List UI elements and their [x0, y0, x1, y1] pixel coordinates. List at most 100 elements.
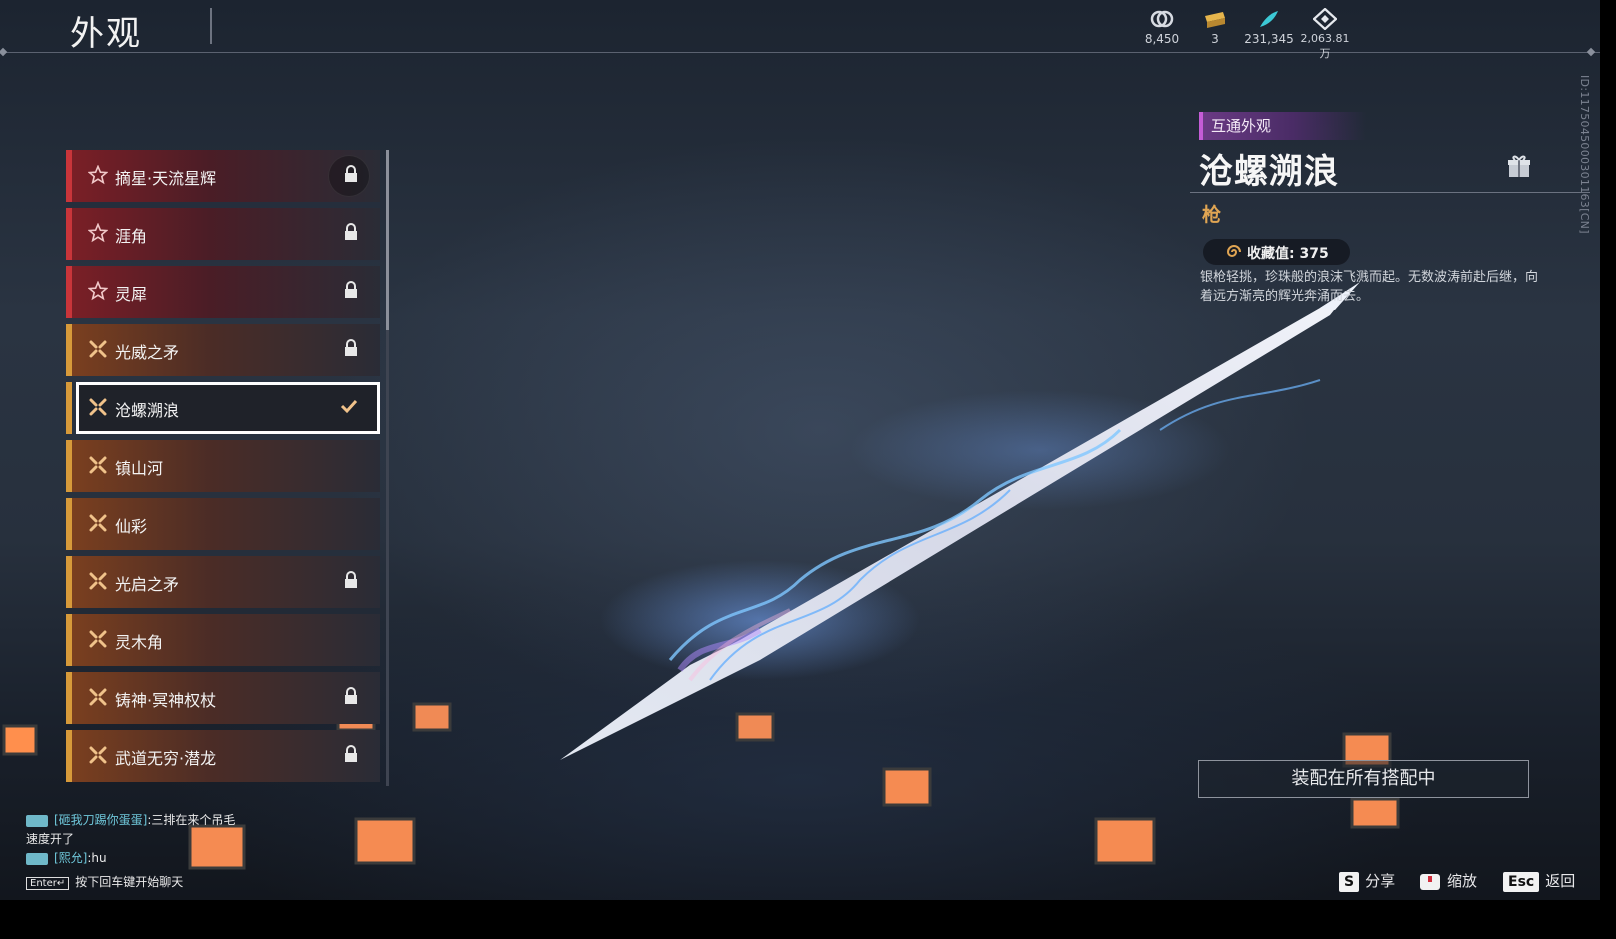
lock-icon — [345, 281, 357, 298]
mouse-icon — [1420, 873, 1440, 890]
player-id-label: ID:1175045000301163[CN] — [1578, 75, 1591, 234]
diamond-icon — [1313, 8, 1337, 30]
currency-diamond: 2,063.81万 — [1296, 8, 1354, 61]
letterbox-bottom — [0, 900, 1616, 939]
chat-input-hint[interactable]: Enter↵ 按下回车键开始聊天 — [26, 873, 183, 890]
lantern-decoration — [735, 712, 775, 742]
list-item-label: 涯角 — [115, 227, 148, 246]
list-scrollbar-thumb[interactable] — [386, 150, 389, 330]
lock-icon — [345, 339, 357, 356]
rarity-bar — [66, 382, 72, 434]
coin-icon — [1150, 10, 1174, 28]
cross-icon — [89, 688, 107, 706]
zoom-hotkey[interactable]: 缩放 — [1419, 870, 1477, 891]
list-item[interactable]: 光启之矛 — [66, 556, 380, 608]
chat-hint-text: 按下回车键开始聊天 — [75, 875, 184, 889]
skin-list[interactable]: 摘星·天流星辉 涯角 灵犀 光威之矛 沧螺溯浪 镇山河 仙彩 光启之矛 灵木角 … — [66, 150, 384, 790]
list-item-label: 铸神·冥神权杖 — [115, 691, 217, 710]
cross-icon — [89, 630, 107, 648]
list-item[interactable]: 摘星·天流星辉 — [66, 150, 380, 202]
chat-sender[interactable]: [熙允] — [54, 851, 87, 865]
lantern-decoration — [1350, 797, 1400, 829]
list-item[interactable]: 涯角 — [66, 208, 380, 260]
item-name: 沧螺溯浪 — [1199, 152, 1339, 192]
currency-ticket: 3 — [1200, 8, 1230, 46]
chat-text: :三排在来个吊毛 — [147, 813, 236, 827]
lock-icon — [345, 687, 357, 704]
star-icon — [88, 281, 108, 301]
list-item[interactable]: 镇山河 — [66, 440, 380, 492]
list-item-label: 镇山河 — [115, 459, 164, 478]
list-item-label: 灵木角 — [115, 633, 164, 652]
list-item[interactable]: 光威之矛 — [66, 324, 380, 376]
chat-message: [熙允]:hu — [26, 849, 107, 866]
lantern-decoration — [188, 824, 246, 870]
currency-feather: 231,345 — [1244, 8, 1294, 46]
header-line-ornament — [1586, 47, 1596, 57]
lock-icon — [345, 223, 357, 240]
currency-ticket-value: 3 — [1211, 32, 1219, 46]
hotkey-label: 缩放 — [1447, 872, 1478, 890]
item-description: 银枪轻挑，珍珠般的浪沫飞溅而起。无数波涛前赴后继，向着远方渐亮的辉光奔涌而去。 — [1200, 270, 1539, 304]
spiral-icon — [1226, 245, 1241, 257]
list-item[interactable]: 仙彩 — [66, 498, 380, 550]
letterbox-right — [1600, 0, 1616, 939]
hotkey-key: S — [1339, 871, 1360, 892]
page-title: 外观 — [70, 14, 142, 54]
lantern-decoration — [1094, 817, 1156, 865]
list-item-label: 仙彩 — [115, 517, 148, 536]
list-item[interactable]: 灵犀 — [66, 266, 380, 318]
lantern-decoration — [882, 767, 932, 807]
chat-text: 速度开了 — [26, 832, 75, 846]
list-item-label: 沧螺溯浪 — [115, 401, 180, 420]
currency-coin: 8,450 — [1144, 8, 1180, 46]
feather-icon — [1260, 11, 1278, 27]
list-item-label: 光威之矛 — [115, 343, 180, 362]
enter-key-icon: Enter↵ — [26, 877, 70, 890]
list-item[interactable]: 武道无穷·潜龙 — [66, 730, 380, 782]
item-type: 枪 — [1202, 204, 1222, 226]
list-item-selected[interactable]: 沧螺溯浪 — [66, 382, 380, 434]
back-hotkey[interactable]: Esc 返回 — [1503, 870, 1575, 892]
lock-icon — [345, 745, 357, 762]
star-icon — [88, 223, 108, 243]
cross-icon — [89, 398, 107, 416]
scene-background: 外观 8,450 3 231,345 2,063.81万 ID:11750450… — [0, 0, 1600, 900]
cross-icon — [89, 746, 107, 764]
list-item-label: 光启之矛 — [115, 575, 180, 594]
chat-channel-icon — [26, 852, 48, 865]
chat-sender[interactable]: [砸我刀踢你蛋蛋] — [54, 813, 147, 827]
list-item-label: 摘星·天流星辉 — [115, 169, 217, 188]
collect-value-label: 收藏值: 375 — [1247, 246, 1329, 262]
currency-feather-value: 231,345 — [1244, 32, 1294, 46]
cross-icon — [89, 572, 107, 590]
share-hotkey[interactable]: S 分享 — [1339, 870, 1395, 892]
lantern-decoration — [354, 817, 416, 865]
ticket-icon — [1205, 12, 1225, 28]
lock-icon — [345, 571, 357, 588]
detail-divider — [1190, 192, 1590, 193]
list-item-label: 武道无穷·潜龙 — [115, 749, 217, 768]
chat-message: [砸我刀踢你蛋蛋]:三排在来个吊毛 — [26, 811, 235, 828]
list-item[interactable]: 灵木角 — [66, 614, 380, 666]
list-item[interactable]: 铸神·冥神权杖 — [66, 672, 380, 724]
hotkey-label: 分享 — [1365, 872, 1396, 890]
header-line-ornament — [0, 47, 8, 57]
lantern-decoration — [412, 702, 452, 732]
gift-icon[interactable] — [1507, 154, 1531, 178]
lock-icon — [345, 165, 357, 182]
currency-diamond-value: 2,063.81万 — [1300, 32, 1350, 60]
list-item-label: 灵犀 — [115, 285, 148, 304]
header-separator-line — [0, 52, 1600, 53]
collect-value-badge: 收藏值: 375 — [1203, 239, 1350, 265]
equip-all-button[interactable]: 装配在所有搭配中 — [1198, 760, 1529, 798]
cross-icon — [89, 456, 107, 474]
currency-coin-value: 8,450 — [1144, 32, 1180, 46]
crossover-tag: 互通外观 — [1199, 112, 1366, 140]
cross-icon — [89, 340, 107, 358]
chat-text: :hu — [87, 851, 107, 865]
hotkey-label: 返回 — [1545, 872, 1576, 890]
spear-artwork — [560, 282, 1360, 760]
hotkey-key: Esc — [1503, 871, 1540, 892]
star-icon — [88, 165, 108, 185]
